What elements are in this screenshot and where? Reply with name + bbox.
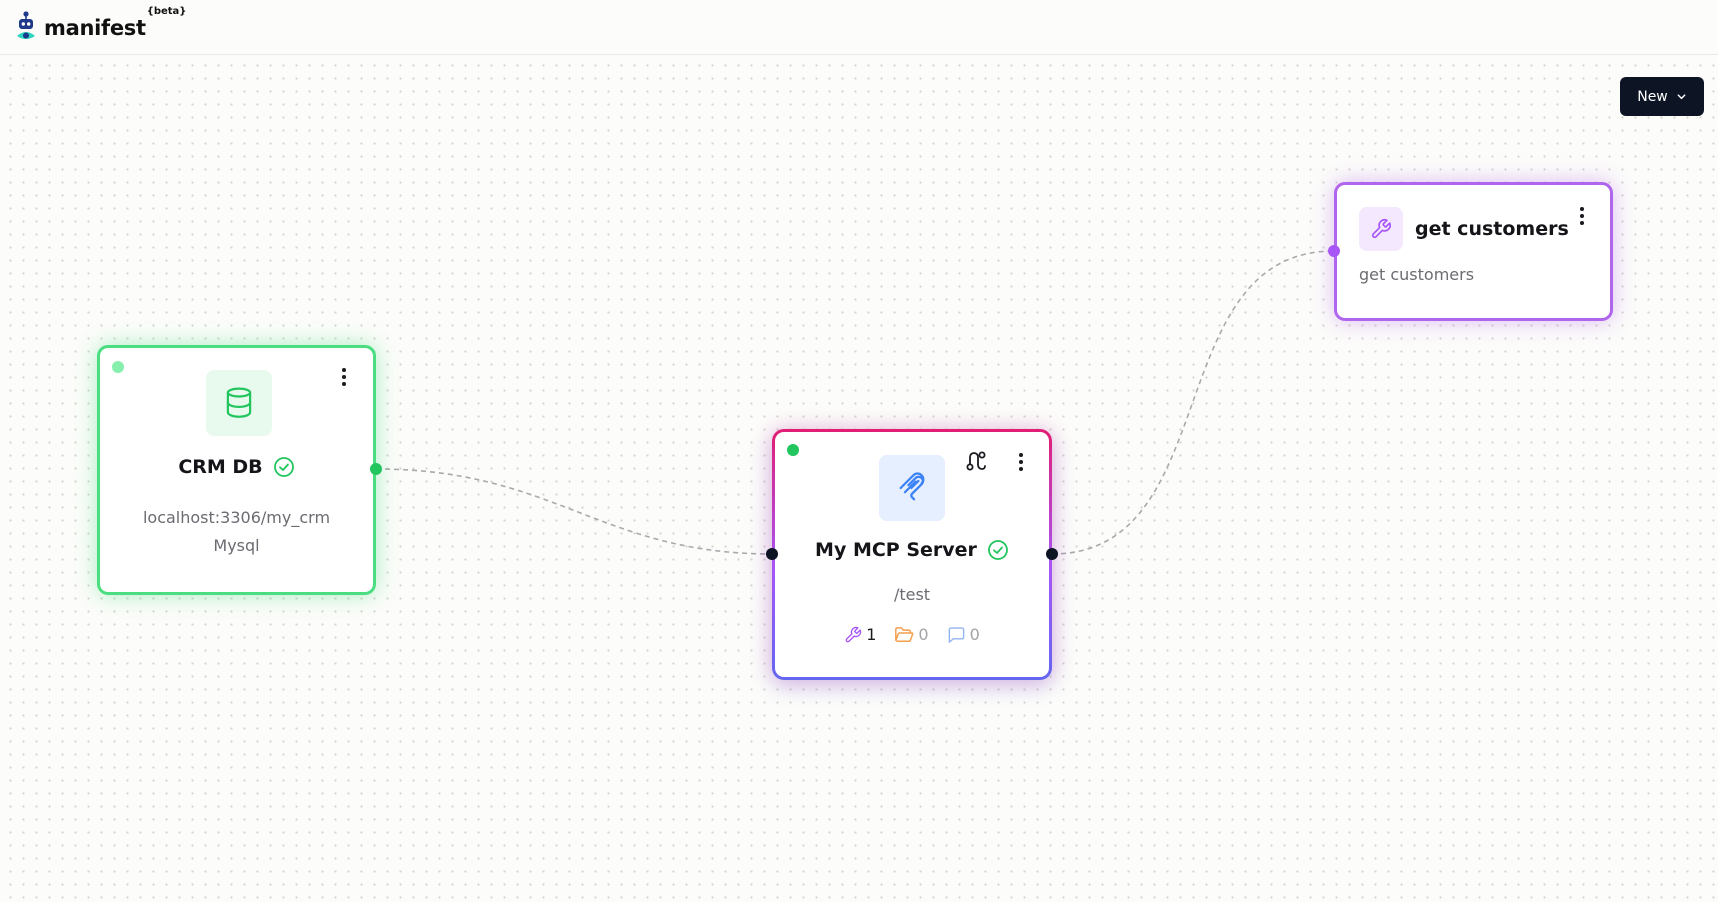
top-bar: manifest {beta} — [0, 0, 1718, 55]
status-dot — [112, 361, 124, 373]
db-output-handle[interactable] — [370, 463, 382, 475]
db-title-row: CRM DB — [100, 456, 373, 478]
robot-logo-icon — [17, 11, 35, 39]
tool-description: get customers — [1359, 265, 1475, 284]
mcp-icon-tile — [879, 455, 945, 521]
beta-badge: {beta} — [146, 6, 187, 17]
new-button[interactable]: New — [1620, 77, 1704, 116]
status-dot — [787, 444, 799, 456]
tools-count: 1 — [844, 625, 876, 644]
tool-input-handle[interactable] — [1328, 245, 1340, 257]
chevron-down-icon — [1677, 94, 1686, 100]
mcp-icon — [899, 472, 925, 501]
db-engine: Mysql — [213, 536, 260, 555]
app-logo[interactable]: manifest {beta} — [14, 6, 187, 44]
wrench-icon — [1371, 219, 1391, 239]
server-input-handle[interactable] — [766, 548, 778, 560]
node-title: get customers — [1415, 218, 1569, 240]
resources-count-value: 0 — [918, 625, 929, 644]
route-icon[interactable] — [964, 449, 988, 473]
folder-open-icon — [895, 626, 914, 642]
app-root: manifest {beta} New CRM DB localhost:330… — [0, 0, 1718, 902]
database-icon-tile — [206, 370, 272, 436]
tools-count-value: 1 — [866, 625, 877, 644]
server-counts: 1 0 0 — [775, 625, 1049, 644]
resources-count: 0 — [894, 625, 929, 644]
check-circle-icon — [988, 540, 1008, 560]
wrench-icon — [845, 626, 862, 642]
database-icon — [226, 387, 252, 418]
node-mcp-server-body: My MCP Server /test 1 0 0 — [775, 432, 1049, 677]
node-get-customers[interactable]: get customers get customers — [1334, 182, 1613, 321]
node-crm-db[interactable]: CRM DB localhost:3306/my_crm Mysql — [97, 345, 376, 595]
prompts-count: 0 — [947, 625, 980, 644]
new-button-label: New — [1637, 88, 1668, 105]
wrench-icon-tile — [1359, 207, 1403, 251]
node-title: CRM DB — [178, 456, 263, 478]
server-output-handle[interactable] — [1046, 548, 1058, 560]
more-options-icon[interactable] — [334, 365, 354, 389]
db-host: localhost:3306/my_crm — [142, 508, 331, 527]
server-title-row: My MCP Server — [775, 539, 1049, 561]
node-title: My MCP Server — [815, 539, 977, 561]
server-path: /test — [893, 585, 931, 604]
prompts-count-value: 0 — [969, 625, 980, 644]
chat-icon — [948, 626, 964, 643]
logo-text: manifest — [44, 16, 146, 40]
check-circle-icon — [273, 457, 294, 477]
node-mcp-server[interactable]: My MCP Server /test 1 0 0 — [772, 429, 1052, 680]
more-options-icon[interactable] — [1011, 450, 1031, 474]
more-options-icon[interactable] — [1572, 204, 1592, 228]
